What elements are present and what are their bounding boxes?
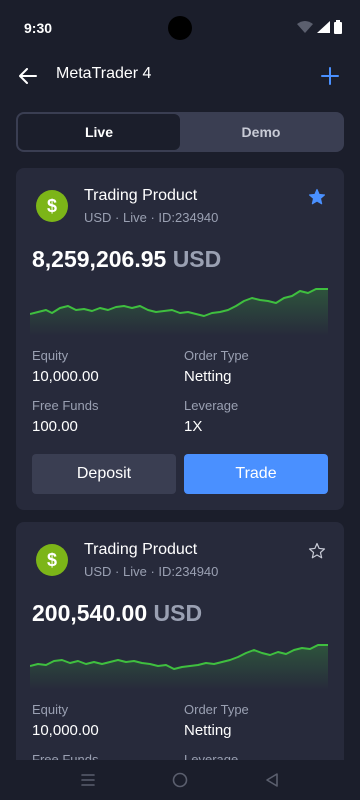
nav-recents-button[interactable] [79, 771, 97, 789]
dollar-icon: $ [36, 190, 68, 222]
equity-label: Equity [32, 702, 69, 717]
camera-cutout [168, 16, 192, 40]
status-bar: 9:30 [0, 0, 360, 56]
plus-icon [321, 67, 339, 85]
tab-demo[interactable]: Demo [180, 114, 342, 150]
equity-field: Equity 10,000.00 [32, 702, 99, 739]
leverage-field: Leverage 1X [184, 398, 238, 435]
nav-home-button[interactable] [171, 771, 189, 789]
dollar-icon: $ [36, 544, 68, 576]
account-type-tabs: Live Demo [16, 112, 344, 152]
product-name: Trading Product [84, 541, 198, 558]
menu-icon [81, 774, 95, 786]
order-type-label: Order Type [184, 702, 249, 717]
free-funds-value: 100.00 [32, 418, 78, 435]
account-balance: 200,540.00 USD [32, 600, 202, 627]
equity-label: Equity [32, 348, 69, 363]
order-type-field: Order Type Netting [184, 348, 249, 385]
status-time: 9:30 [24, 20, 53, 36]
leverage-label: Leverage [184, 398, 239, 413]
product-meta: USD · Live · ID:234940 [84, 210, 219, 225]
balance-amount: 8,259,206.95 [32, 246, 167, 272]
free-funds-label: Free Funds [32, 398, 99, 413]
free-funds-field: Free Funds 100.00 [32, 398, 98, 435]
equity-value: 10,000.00 [32, 722, 99, 739]
account-card[interactable]: $ Trading Product USD · Live · ID:234940… [16, 168, 344, 510]
balance-currency: USD [172, 246, 222, 272]
status-icons [297, 20, 342, 34]
product-meta: USD · Live · ID:234940 [84, 564, 219, 579]
wifi-icon [297, 21, 313, 33]
tab-live[interactable]: Live [18, 114, 180, 150]
add-account-button[interactable] [318, 64, 342, 88]
star-outline-icon[interactable] [308, 542, 326, 560]
back-button[interactable] [16, 64, 40, 88]
order-type-value: Netting [184, 368, 232, 385]
nav-back-button[interactable] [263, 771, 281, 789]
system-nav-bar [0, 760, 360, 800]
balance-sparkline [30, 288, 328, 336]
trade-button[interactable]: Trade [184, 454, 328, 494]
star-filled-icon[interactable] [308, 188, 326, 206]
order-type-label: Order Type [184, 348, 249, 363]
account-card[interactable]: $ Trading Product USD · Live · ID:234940… [16, 522, 344, 800]
arrow-left-icon [19, 68, 37, 84]
app-header: MetaTrader 4 [0, 56, 360, 96]
equity-field: Equity 10,000.00 [32, 348, 99, 385]
triangle-back-icon [266, 773, 278, 787]
order-type-field: Order Type Netting [184, 702, 249, 739]
balance-currency: USD [153, 600, 203, 626]
balance-sparkline [30, 644, 328, 690]
circle-home-icon [172, 772, 188, 788]
deposit-button[interactable]: Deposit [32, 454, 176, 494]
product-name: Trading Product [84, 187, 198, 204]
account-balance: 8,259,206.95 USD [32, 246, 221, 273]
order-type-value: Netting [184, 722, 232, 739]
battery-icon [334, 20, 342, 34]
page-title: MetaTrader 4 [56, 65, 152, 82]
signal-icon [317, 21, 330, 33]
equity-value: 10,000.00 [32, 368, 99, 385]
leverage-value: 1X [184, 418, 203, 435]
balance-amount: 200,540.00 [32, 600, 148, 626]
